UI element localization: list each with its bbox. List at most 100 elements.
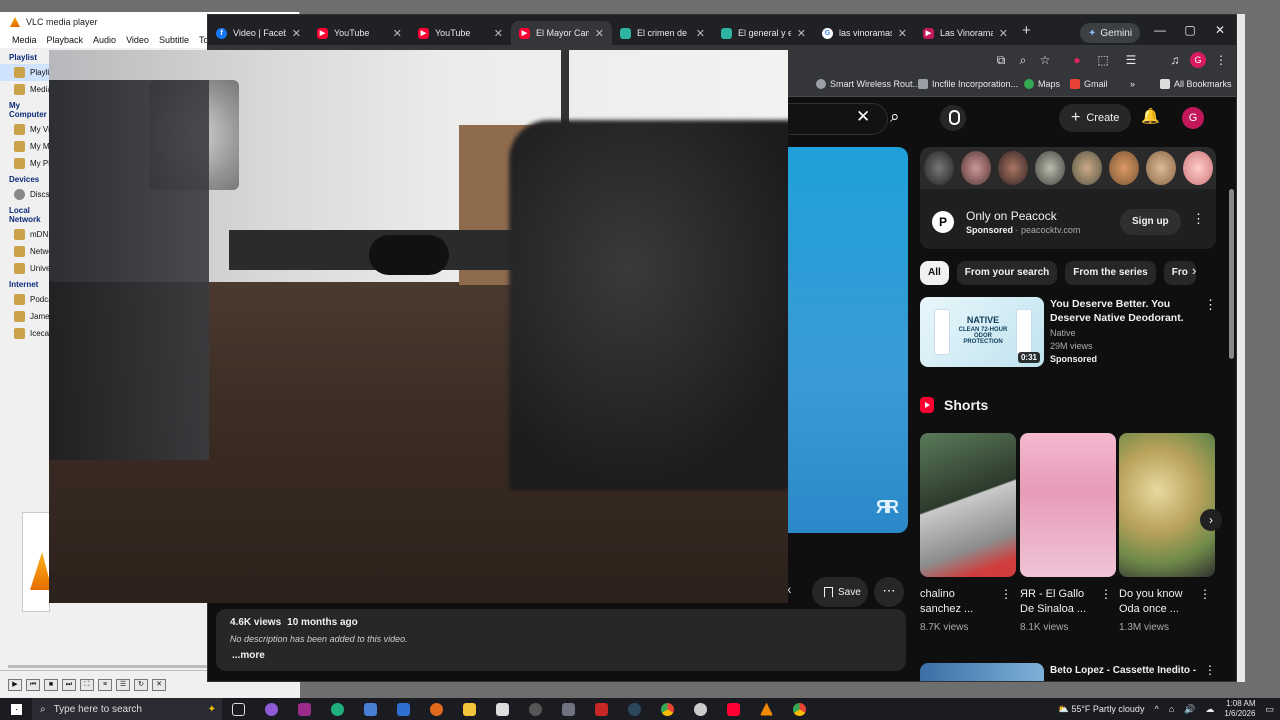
create-button[interactable]: + Create <box>1059 104 1132 132</box>
save-button[interactable]: Save <box>812 577 868 607</box>
related-video[interactable]: Beto Lopez - Cassette Inedito - ⋮ <box>920 663 1216 681</box>
star-icon[interactable]: ☆ <box>1036 51 1054 69</box>
close-icon[interactable]: ✕ <box>292 27 301 40</box>
next-icon[interactable]: ⏭ <box>62 678 76 691</box>
chevron-up-icon[interactable]: ^ <box>1154 704 1158 714</box>
tab-el-general[interactable]: El general y el ✕ <box>713 21 814 45</box>
app-icon[interactable] <box>684 698 717 720</box>
obs-icon[interactable] <box>255 698 288 720</box>
app-icon[interactable] <box>354 698 387 720</box>
close-window-icon[interactable]: ✕ <box>1210 23 1230 37</box>
tab-youtube-1[interactable]: ▶ YouTube ✕ <box>309 21 410 45</box>
calculator-icon[interactable] <box>552 698 585 720</box>
vlc-item-playlist[interactable]: Playlist <box>0 64 56 81</box>
video-player[interactable] <box>788 147 908 533</box>
close-icon[interactable]: ✕ <box>393 27 402 40</box>
short-item[interactable]: Do you know Oda once ... 1.3M views ⋮ <box>1119 433 1215 633</box>
loop-icon[interactable]: ↻ <box>134 678 148 691</box>
file-explorer-icon[interactable] <box>453 698 486 720</box>
gemini-button[interactable]: ✦ Gemini <box>1080 23 1141 43</box>
task-view-icon[interactable] <box>222 698 255 720</box>
vlc-menu-audio[interactable]: Audio <box>93 35 116 45</box>
close-icon[interactable]: ✕ <box>898 27 907 40</box>
profile-avatar[interactable]: G <box>1190 52 1206 68</box>
playlist-toggle-icon[interactable]: ☰ <box>116 678 130 691</box>
app-icon[interactable] <box>585 698 618 720</box>
install-app-icon[interactable]: ⧉ <box>992 51 1010 69</box>
kebab-menu-icon[interactable]: ⋮ <box>1100 587 1112 601</box>
chip-from-search[interactable]: From your search <box>956 261 1058 285</box>
vlc-item-videos[interactable]: My Videos <box>0 121 56 138</box>
reading-list-icon[interactable]: ☰ <box>1122 51 1140 69</box>
vlc-item-discs[interactable]: Discs <box>0 186 56 203</box>
taskbar-search[interactable]: ⌕ Type here to search ✦ <box>32 698 222 720</box>
bell-icon[interactable]: 🔔 <box>1141 107 1160 125</box>
kebab-menu-icon[interactable]: ⋮ <box>1000 587 1012 601</box>
page-scrollbar[interactable] <box>1229 189 1234 359</box>
search-icon[interactable]: ⌕ <box>890 107 900 127</box>
search-input[interactable] <box>788 103 888 135</box>
tab-youtube-2[interactable]: ▶ YouTube ✕ <box>410 21 511 45</box>
volume-icon[interactable]: 🔊 <box>1184 704 1195 715</box>
edge-icon[interactable] <box>321 698 354 720</box>
steam-icon[interactable] <box>618 698 651 720</box>
tab-el-crimen[interactable]: El crimen de la ✕ <box>612 21 713 45</box>
vlc-menu-media[interactable]: Media <box>12 35 37 45</box>
avatar[interactable]: G <box>1182 107 1204 129</box>
clear-search-icon[interactable]: ✕ <box>856 107 870 127</box>
app-icon[interactable] <box>486 698 519 720</box>
microphone-icon[interactable] <box>940 105 966 131</box>
tab-el-mayor[interactable]: ▶ El Mayor Camar ✕ <box>511 21 612 45</box>
chip-all[interactable]: All <box>920 261 949 285</box>
tab-las-vinoramas[interactable]: ▶ Las Vinoramas ✕ <box>915 21 1016 45</box>
vlc-item-jamendo[interactable]: Jamendo <box>0 308 56 325</box>
start-button[interactable] <box>0 698 32 720</box>
kebab-menu-icon[interactable]: ⋮ <box>1199 587 1211 601</box>
media-controls-icon[interactable]: ♫ <box>1166 51 1184 69</box>
peacock-ad[interactable]: P Only on Peacock Sponsored · peacocktv.… <box>920 147 1216 249</box>
onedrive-icon[interactable]: ☁ <box>1205 704 1214 715</box>
chip-from-series[interactable]: From the series <box>1065 261 1156 285</box>
bookmark-maps[interactable]: Maps <box>1024 79 1060 89</box>
network-icon[interactable]: ⌂ <box>1169 704 1174 714</box>
native-ad[interactable]: NATIVE CLEAN 72-HOUR ODOR PROTECTION 0:3… <box>920 297 1217 369</box>
minimize-icon[interactable]: — <box>1150 23 1170 37</box>
show-more-link[interactable]: ...more <box>232 650 892 661</box>
short-item[interactable]: chalino sanchez ... 8.7K views ⋮ <box>920 433 1016 633</box>
chevron-right-icon[interactable]: › <box>1192 263 1196 278</box>
all-bookmarks[interactable]: All Bookmarks <box>1160 79 1232 89</box>
chevron-right-icon[interactable]: › <box>1200 509 1222 531</box>
extensions-puzzle-icon[interactable]: ⬚ <box>1094 51 1112 69</box>
vlc-item-upnp[interactable]: Universal <box>0 260 56 277</box>
maximize-icon[interactable]: ▢ <box>1180 23 1200 37</box>
vlc-item-mdns[interactable]: mDNS <box>0 226 56 243</box>
close-icon[interactable]: ✕ <box>595 27 604 40</box>
extended-settings-icon[interactable]: ≡ <box>98 678 112 691</box>
play-icon[interactable]: ▶ <box>8 678 22 691</box>
kebab-menu-icon[interactable]: ⋮ <box>1204 663 1216 677</box>
premiere-icon[interactable] <box>288 698 321 720</box>
description-box[interactable]: 4.6K views 10 months ago No description … <box>216 609 906 671</box>
kebab-menu-icon[interactable]: ⋮ <box>1192 211 1205 227</box>
vlc-menu-playback[interactable]: Playback <box>47 35 84 45</box>
more-actions-icon[interactable]: ⋯ <box>874 577 904 607</box>
bookmark-incfile[interactable]: Incfile Incorporation... <box>918 79 1018 89</box>
tab-facebook-video[interactable]: f Video | Facebook ✕ <box>208 21 309 45</box>
previous-icon[interactable]: ⏮ <box>26 678 40 691</box>
clock[interactable]: 1:08 AM 1/6/2026 <box>1224 699 1255 719</box>
bookmark-smart-wireless[interactable]: Smart Wireless Rout... <box>816 79 920 89</box>
close-icon[interactable]: ✕ <box>797 27 806 40</box>
vlc-item-podcasts[interactable]: Podcasts <box>0 291 56 308</box>
vlc-item-network[interactable]: Network <box>0 243 56 260</box>
vlc-icon[interactable] <box>750 698 783 720</box>
vlc-item-music[interactable]: My Music <box>0 138 56 155</box>
vlc-item-icecast[interactable]: Icecast <box>0 325 56 342</box>
vlc-menu-video[interactable]: Video <box>126 35 149 45</box>
zoom-icon[interactable]: ⌕ <box>1014 51 1032 69</box>
notifications-icon[interactable]: ▭ <box>1265 704 1274 715</box>
close-icon[interactable]: ✕ <box>696 27 705 40</box>
vlc-item-media-library[interactable]: Media Library <box>0 81 56 98</box>
kebab-menu-icon[interactable]: ⋮ <box>1204 297 1217 313</box>
kebab-menu-icon[interactable]: ⋮ <box>1212 51 1230 69</box>
sign-up-button[interactable]: Sign up <box>1120 209 1181 235</box>
